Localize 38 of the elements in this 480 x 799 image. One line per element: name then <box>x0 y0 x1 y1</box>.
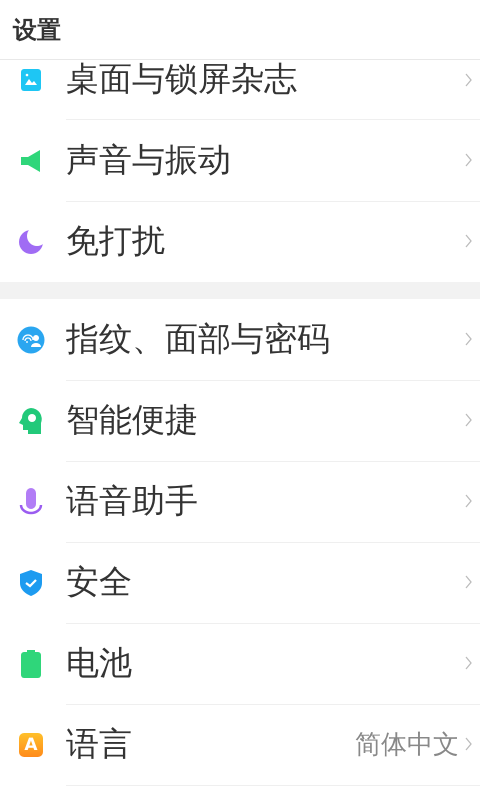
item-label: 指纹、面部与密码 <box>66 318 331 360</box>
settings-item[interactable]: 免打扰 <box>0 201 480 282</box>
settings-item[interactable]: 指纹、面部与密码 <box>0 299 480 380</box>
chevron-icon <box>465 72 472 86</box>
shield-icon <box>19 568 43 596</box>
chevron-icon <box>465 737 472 751</box>
image-icon <box>20 68 42 92</box>
page-title: 设置 <box>13 14 61 46</box>
item-label: 安全 <box>66 560 133 602</box>
speaker-icon <box>20 148 42 172</box>
item-label: 免打扰 <box>66 220 166 262</box>
chevron-icon <box>465 575 472 589</box>
item-label: 智能便捷 <box>66 398 199 440</box>
chevron-icon <box>465 656 472 670</box>
settings-item[interactable]: A 语言 简体中文 <box>0 704 480 785</box>
chevron-icon <box>465 153 472 167</box>
moon-icon <box>19 230 43 254</box>
letter-icon: A <box>19 732 43 756</box>
settings-item[interactable]: 语音助手 <box>0 461 480 542</box>
fingerprint-icon <box>17 326 45 354</box>
item-label: 电池 <box>66 642 133 684</box>
chevron-icon <box>465 494 472 508</box>
settings-item[interactable]: 声音与振动 <box>0 120 480 201</box>
item-label: 语言 <box>66 722 133 764</box>
microphone-icon <box>19 486 43 516</box>
settings-item[interactable]: 智能便捷 <box>0 380 480 461</box>
item-label: 语音助手 <box>66 480 199 522</box>
item-label: 声音与振动 <box>66 138 232 180</box>
settings-item[interactable]: 安全 <box>0 542 480 623</box>
chevron-icon <box>465 413 472 427</box>
head-icon <box>18 406 44 434</box>
item-label: 桌面与锁屏杂志 <box>66 58 298 100</box>
chevron-icon <box>465 332 472 346</box>
item-value: 简体中文 <box>355 728 459 762</box>
chevron-icon <box>465 234 472 248</box>
settings-item[interactable]: 桌面与锁屏杂志 <box>0 60 480 120</box>
settings-item[interactable]: 电池 <box>0 623 480 704</box>
battery-icon <box>20 648 42 678</box>
